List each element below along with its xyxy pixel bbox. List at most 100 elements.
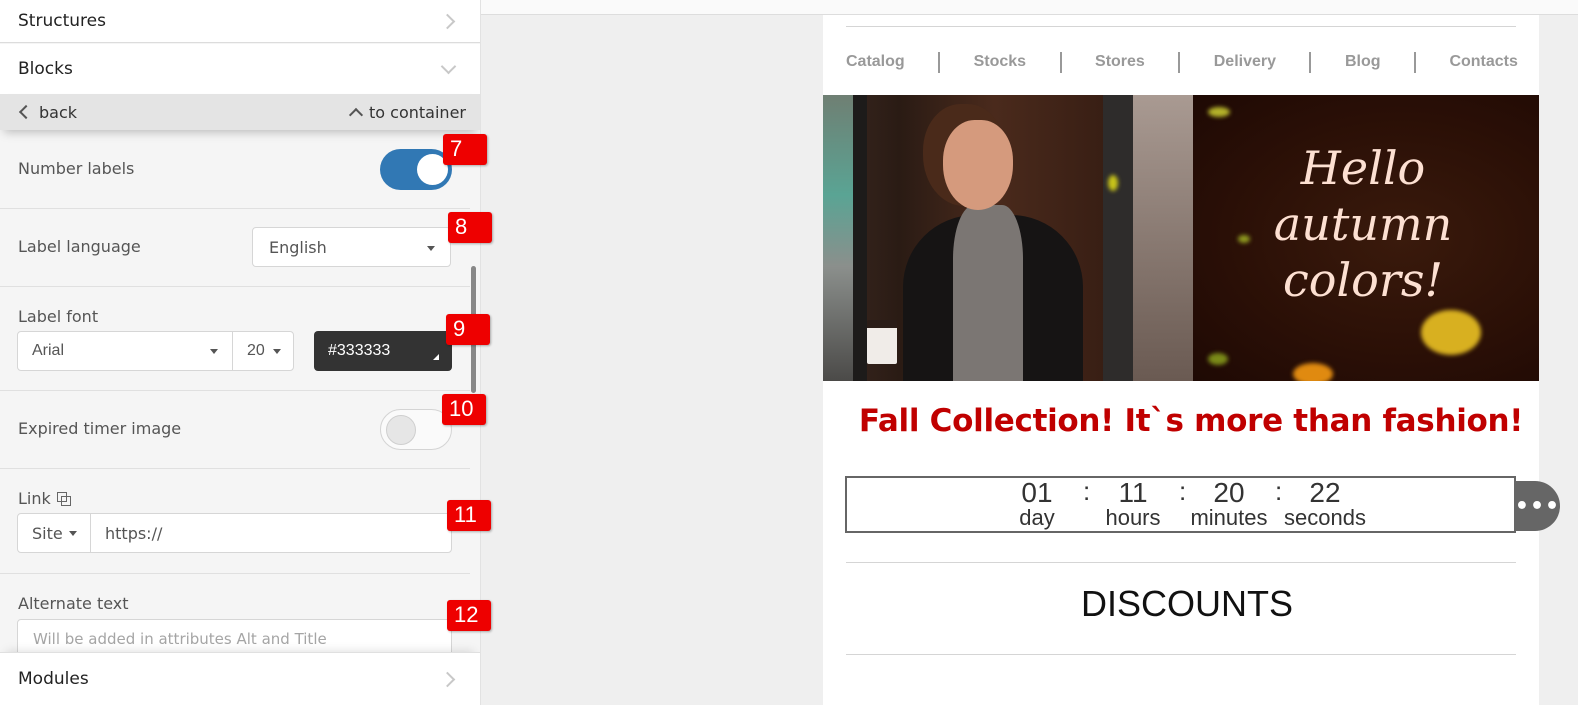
timer-label: seconds	[1284, 505, 1366, 530]
leaf-decoration	[1421, 310, 1481, 355]
link-type-select[interactable]: Site	[18, 514, 91, 552]
timer-value: 11	[1118, 477, 1148, 508]
annotation-badge: 7	[443, 134, 487, 165]
menu-item-blog[interactable]: Blog	[1345, 53, 1381, 71]
setting-number-labels: Number labels	[0, 130, 470, 209]
woman-sweater	[953, 205, 1023, 381]
door-glass	[823, 95, 853, 381]
timer-label: day	[1019, 505, 1055, 530]
divider	[846, 654, 1516, 655]
menu-item-stocks[interactable]: Stocks	[974, 53, 1026, 71]
font-family-select[interactable]: Arial	[18, 332, 233, 370]
label-language-select[interactable]: English	[252, 227, 451, 267]
link-group: Site	[17, 513, 452, 553]
section-blocks[interactable]: Blocks	[0, 44, 480, 94]
label-font-group: Arial 20	[17, 331, 294, 371]
door-frame	[853, 95, 867, 381]
leaf-decoration	[1293, 363, 1333, 381]
font-family-value: Arial	[32, 342, 65, 359]
section-structures[interactable]: Structures	[0, 0, 480, 43]
annotation-badge: 12	[447, 600, 491, 631]
menu-item-contacts[interactable]: Contacts	[1449, 53, 1517, 71]
door-frame-right	[1103, 95, 1133, 381]
canvas-top-strip	[481, 0, 1578, 15]
chevron-right-icon	[442, 15, 454, 27]
number-labels-label: Number labels	[18, 159, 135, 178]
caret-down-icon	[427, 246, 435, 251]
menu-separator	[1413, 51, 1416, 73]
label-color-picker[interactable]: #333333	[314, 331, 452, 371]
annotation-badge: 11	[447, 500, 491, 531]
chevron-right-icon	[442, 673, 454, 685]
settings-panel: Structures Blocks back to container Numb…	[0, 0, 481, 705]
link-type-value: Site	[32, 523, 63, 543]
countdown-timer[interactable]: 01 day : 11 hours : 20 minutes : 22 seco…	[845, 476, 1516, 533]
hero-banner-image[interactable]: Hello autumn colors!	[823, 95, 1539, 381]
timer-value: 01	[1021, 477, 1053, 508]
menu-separator	[1059, 51, 1062, 73]
label-language-value: English	[269, 237, 327, 257]
email-preview: Catalog Stocks Stores Delivery Blog Cont…	[823, 15, 1539, 705]
section-blocks-label: Blocks	[18, 59, 73, 79]
setting-label-language: Label language English	[0, 209, 470, 287]
door-pane	[1133, 95, 1193, 381]
banner-text: Hello autumn colors!	[1243, 140, 1483, 308]
timer-unit-seconds: 22 seconds	[1280, 478, 1370, 530]
label-color-value: #333333	[328, 342, 391, 359]
banner-text-line: colors!	[1283, 253, 1443, 307]
leaf-decoration	[1208, 107, 1230, 117]
label-font-label: Label font	[18, 307, 99, 326]
back-label: back	[39, 102, 78, 122]
email-menu: Catalog Stocks Stores Delivery Blog Cont…	[846, 50, 1518, 74]
chevron-left-icon	[18, 104, 34, 120]
menu-separator	[1309, 51, 1312, 73]
menu-item-catalog[interactable]: Catalog	[846, 53, 905, 71]
annotation-badge: 8	[448, 212, 492, 243]
label-language-label: Label language	[18, 237, 141, 256]
woman-face	[943, 120, 1013, 210]
menu-separator	[1178, 51, 1181, 73]
chevron-up-icon	[348, 107, 364, 122]
to-container-label: to container	[369, 102, 466, 122]
email-editor: Structures Blocks back to container Numb…	[0, 0, 1578, 705]
divider	[846, 562, 1516, 563]
headline: Fall Collection! It`s more than fashion!	[858, 403, 1524, 439]
timer-label: minutes	[1190, 505, 1268, 530]
font-size-value: 20	[247, 342, 265, 359]
alternate-text-label: Alternate text	[18, 594, 129, 613]
to-container-button[interactable]: to container	[348, 102, 466, 122]
menu-item-delivery[interactable]: Delivery	[1214, 53, 1276, 71]
menu-item-stores[interactable]: Stores	[1095, 53, 1145, 71]
setting-expired-timer-image: Expired timer image	[0, 391, 470, 469]
link-label-row: Link	[18, 489, 71, 508]
setting-label-font: Label font Arial 20 #333333	[0, 287, 470, 391]
coffee-cup	[867, 320, 897, 364]
discounts-heading: DISCOUNTS	[1080, 583, 1293, 624]
back-button[interactable]: back	[18, 103, 77, 122]
link-url-input[interactable]	[91, 514, 451, 552]
divider	[846, 26, 1516, 27]
timer-unit-day: 01 day	[992, 477, 1082, 530]
setting-link: Link Site	[0, 469, 470, 574]
copy-icon[interactable]	[56, 491, 71, 506]
more-options-button[interactable]: •••	[1515, 481, 1560, 531]
menu-separator	[938, 51, 941, 73]
annotation-badge: 9	[446, 314, 490, 345]
section-modules[interactable]: Modules	[0, 652, 480, 705]
number-labels-toggle[interactable]	[380, 149, 452, 190]
timer-label: hours	[1105, 505, 1161, 530]
timer-value: 20	[1213, 477, 1245, 508]
timer-unit-minutes: 20 minutes	[1184, 477, 1274, 530]
font-size-select[interactable]: 20	[233, 332, 294, 370]
banner-text-line: autumn	[1273, 197, 1453, 251]
leaf-decoration	[1108, 175, 1118, 191]
banner-text-line: Hello	[1300, 141, 1426, 195]
color-picker-corner-icon	[433, 354, 439, 360]
expired-timer-image-label: Expired timer image	[18, 419, 182, 438]
leaf-decoration	[1208, 353, 1228, 365]
link-label: Link	[18, 489, 51, 508]
timer-unit-hours: 11 hours	[1088, 477, 1178, 530]
setting-alternate-text: Alternate text	[0, 574, 470, 664]
caret-down-icon	[273, 349, 281, 354]
annotation-badge: 10	[442, 394, 486, 425]
